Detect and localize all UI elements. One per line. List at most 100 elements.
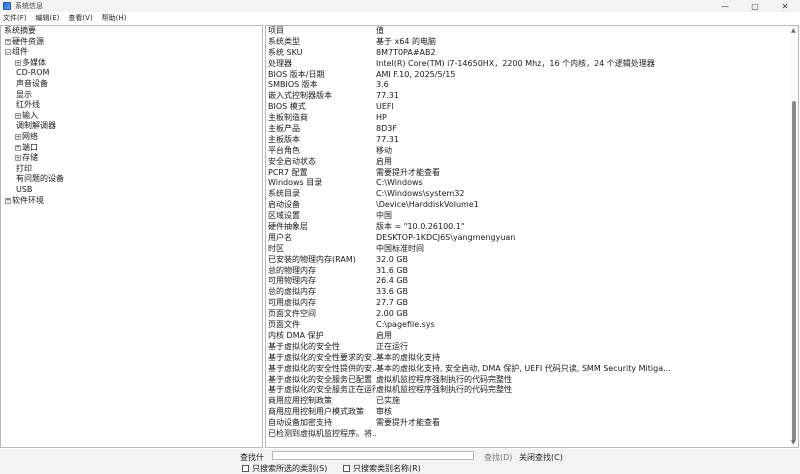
details-row[interactable]: 嵌入式控制器版本 77.31 [266, 91, 792, 102]
details-row[interactable]: PCR7 配置 需要提升才能查看 [266, 168, 792, 179]
tree-item-label: 调制解调器 [16, 121, 56, 131]
details-row[interactable]: 已安装的物理内存(RAM) 32.0 GB [266, 255, 792, 266]
collapse-icon[interactable]: − [5, 49, 11, 56]
tree-item[interactable]: − 组件 [1, 47, 262, 58]
tree-item[interactable]: 声音设备 [1, 79, 262, 90]
details-row[interactable]: 内核 DMA 保护 启用 [266, 331, 792, 342]
expand-icon[interactable]: + [15, 144, 21, 151]
value-cell: \Device\HarddiskVolume1 [376, 200, 479, 210]
expand-icon[interactable]: + [15, 134, 21, 141]
details-row[interactable]: 基于虚拟化的安全服务正在运行 虚拟机监控程序强制执行的代码完整性 [266, 385, 792, 396]
menu-view[interactable]: 查看(V) [68, 13, 92, 23]
tree-item[interactable]: USB [1, 185, 262, 196]
details-row[interactable]: 系统类型 基于 x64 的电脑 [266, 37, 792, 48]
value-cell: C:\pagefile.sys [376, 320, 435, 330]
expand-icon[interactable]: + [5, 38, 11, 45]
item-cell: BIOS 版本/日期 [268, 69, 325, 79]
details-row[interactable]: BIOS 版本/日期 AMI F.10, 2025/5/15 [266, 70, 792, 81]
search-category-names-checkbox[interactable] [343, 465, 350, 472]
details-row[interactable]: 平台角色 移动 [266, 146, 792, 157]
system-info-app-icon [3, 2, 11, 10]
details-row[interactable]: 可用虚拟内存 27.7 GB [266, 298, 792, 309]
tree-item[interactable]: + 多媒体 [1, 58, 262, 69]
menu-edit[interactable]: 编辑(E) [36, 13, 60, 23]
tree-item-label: 输入 [22, 110, 38, 120]
value-cell: 3.6 [376, 80, 389, 90]
details-row[interactable]: 用户名 DESKTOP-1KDCJ6S\yangmengyuan [266, 233, 792, 244]
tree-item[interactable]: 红外线 [1, 100, 262, 111]
expand-icon[interactable]: + [15, 113, 21, 120]
category-tree[interactable]: 系统摘要 + 硬件资源 − 组件 + 多媒体 CD-ROM 声音设备 显示 红外线 + 输入 调制解调器 +… [0, 25, 263, 448]
item-cell: 区域设置 [268, 211, 300, 221]
expand-icon[interactable]: + [15, 155, 21, 162]
search-category-names-option[interactable]: 只搜索类别名称(R) [343, 463, 421, 474]
details-row[interactable]: SMBIOS 版本 3.6 [266, 80, 792, 91]
tree-item[interactable]: + 网络 [1, 132, 262, 143]
item-cell: 页面文件空间 [268, 309, 316, 319]
details-row[interactable]: 可用物理内存 26.4 GB [266, 276, 792, 287]
details-row[interactable]: 处理器 Intel(R) Core(TM) i7-14650HX，2200 Mhz… [266, 59, 792, 70]
close-find-button[interactable]: 关闭查找(C) [519, 452, 563, 463]
details-row[interactable]: 基于虚拟化的安全服务已配置 虚拟机监控程序强制执行的代码完整性 [266, 375, 792, 386]
search-selected-category-option[interactable]: 只搜索所选的类别(S) [242, 463, 327, 474]
tree-item[interactable]: 有问题的设备 [1, 174, 262, 185]
details-row[interactable]: 时区 中国标准时间 [266, 244, 792, 255]
tree-item[interactable]: 打印 [1, 164, 262, 175]
value-cell: 版本 = "10.0.26100.1" [376, 222, 465, 232]
details-row[interactable]: Windows 目录 C:\Windows [266, 178, 792, 189]
details-row[interactable]: 页面文件 C:\pagefile.sys [266, 320, 792, 331]
details-row[interactable]: 启动设备 \Device\HarddiskVolume1 [266, 200, 792, 211]
value-cell: 基本的虚拟化支持 [376, 352, 440, 362]
item-cell: 已安装的物理内存(RAM) [268, 254, 356, 264]
details-row[interactable]: 基于虚拟化的安全性要求的安... 基本的虚拟化支持 [266, 353, 792, 364]
details-row[interactable]: 基于虚拟化的安全性 正在运行 [266, 342, 792, 353]
details-row[interactable]: 总的物理内存 31.6 GB [266, 266, 792, 277]
vertical-scrollbar[interactable]: ▲ ▼ [790, 26, 798, 447]
tree-item[interactable]: + 存储 [1, 153, 262, 164]
expand-icon[interactable]: + [15, 60, 21, 67]
value-column-header[interactable]: 值 [376, 26, 792, 37]
details-row[interactable]: 总的虚拟内存 33.6 GB [266, 287, 792, 298]
close-button[interactable]: ✕ [770, 0, 800, 12]
item-cell: 系统类型 [268, 36, 300, 46]
find-button[interactable]: 查找(D) [484, 452, 512, 463]
tree-item-label: 组件 [12, 47, 28, 57]
item-column-header[interactable]: 项目 [266, 26, 376, 37]
details-row[interactable]: BIOS 模式 UEFI [266, 102, 792, 113]
details-row[interactable]: 基于虚拟化的安全性提供的安... 基本的虚拟化支持, 安全启动, DMA 保护, … [266, 364, 792, 375]
details-row[interactable]: 主板版本 77.31 [266, 135, 792, 146]
menu-help[interactable]: 帮助(H) [102, 13, 127, 23]
maximize-button[interactable]: ▢ [740, 0, 770, 12]
details-row[interactable]: 页面文件空间 2.00 GB [266, 309, 792, 320]
details-row[interactable]: 主板制造商 HP [266, 113, 792, 124]
details-row[interactable]: 系统目录 C:\Windows\system32 [266, 189, 792, 200]
details-row[interactable]: 主板产品 8D3F [266, 124, 792, 135]
tree-item[interactable]: + 硬件资源 [1, 37, 262, 48]
details-row[interactable]: 硬件抽象层 版本 = "10.0.26100.1" [266, 222, 792, 233]
details-row[interactable]: 已检测到虚拟机监控程序。将... [266, 429, 792, 440]
tree-item[interactable]: 系统摘要 [1, 26, 262, 37]
item-cell: 可用物理内存 [268, 276, 316, 286]
details-row[interactable]: 商用应用控制政策 已实施 [266, 396, 792, 407]
scroll-down-icon[interactable]: ▼ [791, 439, 796, 446]
tree-item[interactable]: + 软件环境 [1, 196, 262, 207]
details-row[interactable]: 区域设置 中国 [266, 211, 792, 222]
tree-item[interactable]: 调制解调器 [1, 121, 262, 132]
value-cell: C:\Windows [376, 178, 423, 188]
minimize-button[interactable]: — [710, 0, 740, 12]
tree-item[interactable]: 显示 [1, 90, 262, 101]
expand-icon[interactable]: + [5, 197, 11, 204]
menu-file[interactable]: 文件(F) [3, 13, 27, 23]
details-row[interactable]: 商用应用控制用户模式政策 审核 [266, 407, 792, 418]
tree-item[interactable]: CD-ROM [1, 68, 262, 79]
details-table: 项目 值 系统类型 基于 x64 的电脑 系统 SKU 8M7T0PA#AB2 处理器 I… [266, 26, 792, 440]
scroll-thumb[interactable] [792, 101, 796, 441]
search-selected-category-checkbox[interactable] [242, 465, 249, 472]
find-input[interactable] [272, 451, 474, 460]
scroll-up-icon[interactable]: ▲ [791, 27, 796, 34]
details-row[interactable]: 系统 SKU 8M7T0PA#AB2 [266, 48, 792, 59]
tree-item[interactable]: + 输入 [1, 111, 262, 122]
tree-item[interactable]: + 端口 [1, 143, 262, 154]
details-row[interactable]: 自动设备加密支持 需要提升才能查看 [266, 418, 792, 429]
details-row[interactable]: 安全启动状态 启用 [266, 157, 792, 168]
